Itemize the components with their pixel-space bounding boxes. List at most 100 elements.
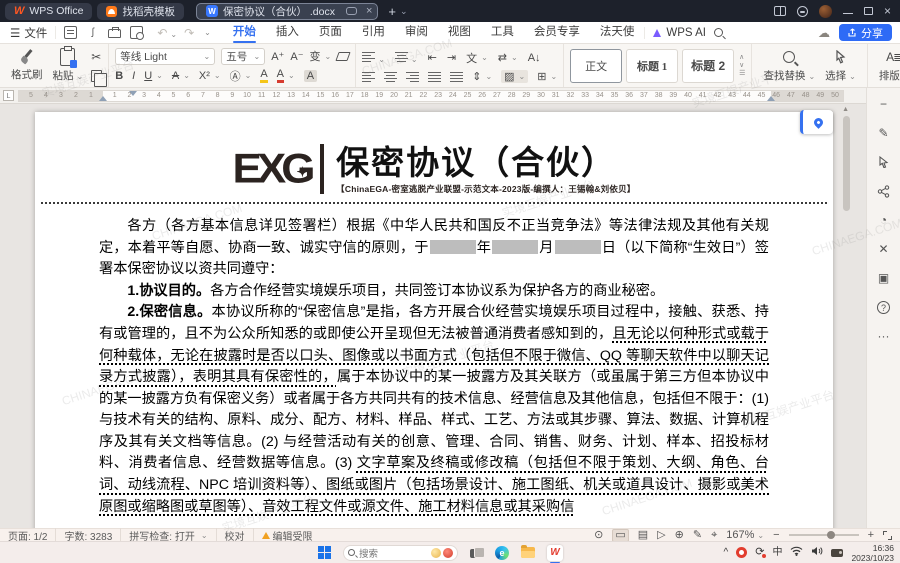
strikethrough-icon[interactable]: A⌄ [172,70,190,82]
align-right-icon[interactable] [406,71,419,82]
font-color-icon[interactable]: A⌄ [277,68,295,83]
menu-tab-reference[interactable]: 引用 [352,22,395,43]
menu-tab-review[interactable]: 审阅 [395,22,438,43]
tab-list-chevron-icon[interactable]: ⌄ [400,6,408,17]
vertical-scrollbar[interactable] [843,116,850,211]
avatar[interactable] [819,5,832,18]
reading-view-icon[interactable]: ⊙ [594,530,603,541]
print-icon[interactable] [108,29,121,38]
start-button[interactable] [318,546,331,559]
taskbar-search-input[interactable]: 搜索 [343,545,458,561]
tab-document[interactable]: W 保密协议（合伙） .docx × [196,3,378,20]
undo-icon[interactable]: ↶⌄ [157,26,177,40]
font-name-dropdown[interactable]: 等线 Light⌄ [115,48,215,65]
zoom-level[interactable]: 167%⌄ [726,530,764,541]
align-justify-icon[interactable] [428,71,441,82]
zoom-in-button[interactable]: + [868,530,874,541]
left-indent-marker[interactable] [99,96,107,101]
bullet-list-icon[interactable]: ⌄ [362,49,385,67]
file-menu[interactable]: ☰ 文件 [0,25,55,41]
align-center-icon[interactable] [384,71,397,82]
maximize-button[interactable] [864,7,873,15]
day-blank-field[interactable] [555,240,601,254]
italic-icon[interactable]: I [132,70,135,82]
char-shading-icon[interactable]: A [304,70,317,82]
sort-icon[interactable]: A↓ [528,52,541,64]
file-explorer-icon[interactable] [521,547,535,558]
outline-view-icon[interactable]: ▤ [638,530,648,541]
ime-indicator[interactable]: 中 [772,548,782,558]
tray-red-app-icon[interactable] [736,547,747,558]
shading-icon[interactable]: ▨⌄ [501,70,528,83]
ruler-strip[interactable]: 5432112345678910111213141516171819202122… [18,90,844,102]
fullscreen-icon[interactable] [883,531,892,540]
help-icon[interactable]: ? [876,299,892,315]
zoom-out-button[interactable]: − [773,530,779,541]
close-tab-icon[interactable]: × [366,5,372,17]
tab-stop-selector[interactable]: L [3,90,14,101]
circle-char-icon[interactable]: Ⓐ⌄ [230,68,252,84]
style-body-text[interactable]: 正文 [570,49,622,83]
share-button[interactable]: 分享 [839,24,892,41]
edge-browser-icon[interactable]: e [495,546,509,560]
highlight-color-icon[interactable]: A [260,68,267,83]
menu-tab-page[interactable]: 页面 [309,22,352,43]
share-nodes-icon[interactable] [876,183,892,199]
text-direction-icon[interactable]: ⇄⌄ [498,51,518,64]
cloud-sync-icon[interactable]: ☁ [818,26,830,40]
comment-icon[interactable] [346,7,357,15]
last-edit-position-button[interactable] [800,110,833,134]
wps-app-icon[interactable]: W [547,545,563,561]
tray-expand-icon[interactable]: ^ [724,548,729,558]
find-replace-button[interactable]: 查找替换⌄ [758,47,820,84]
numbered-list-icon[interactable]: ⌄ [395,49,418,67]
cursor-select-icon[interactable] [876,154,892,170]
paste-button[interactable]: 粘贴⌄ [48,47,89,84]
customize-toolbar-chevron-icon[interactable]: ⌄ [204,28,211,37]
line-spacing-icon[interactable]: ⇕⌄ [472,70,492,83]
borders-icon[interactable]: ⊞⌄ [537,70,557,83]
collapse-sidebar-icon[interactable]: − [876,96,892,112]
menu-tab-member[interactable]: 会员专享 [524,22,590,43]
tab-docer-templates[interactable]: 找稻壳模板 [97,3,184,20]
menu-tab-home[interactable]: 开始 [223,22,266,43]
document-page[interactable]: EXG✦ 保密协议（合伙） 【ChinaEGA-密室逃脱产业联盟-示范文本-20… [35,112,833,528]
sticker-icon[interactable]: ◔ [876,212,892,228]
zoom-slider[interactable] [789,534,859,536]
align-left-icon[interactable] [362,71,375,82]
camera-tray-icon[interactable] [831,549,843,557]
cn-layout-dropdown[interactable]: 文⌄ [466,50,488,66]
play-view-icon[interactable]: ▷ [657,530,665,541]
clock[interactable]: 16:36 2023/10/23 [851,543,894,563]
tray-sync-icon[interactable]: ⟳ [755,547,764,558]
page-view-icon[interactable]: ▭ [612,529,628,542]
select-button[interactable]: 选择⌄ [820,47,861,84]
decrease-indent-icon[interactable]: ⇤ [428,51,437,64]
month-blank-field[interactable] [492,240,538,254]
search-commands-icon[interactable] [714,28,723,37]
menu-tab-view[interactable]: 视图 [438,22,481,43]
decrease-font-icon[interactable]: A⁻ [290,50,303,63]
wifi-icon[interactable] [790,546,803,559]
menu-tab-tools[interactable]: 工具 [481,22,524,43]
components-icon[interactable]: ▣ [876,270,892,286]
pen-icon[interactable]: ✎ [876,125,892,141]
text-effect-dropdown[interactable]: 变⌄ [310,48,332,64]
menu-tab-insert[interactable]: 插入 [266,22,309,43]
web-view-icon[interactable]: ⊕ [675,530,684,541]
redo-icon[interactable]: ↷ [184,26,194,40]
wps-ai-button[interactable]: WPS AI [644,27,714,39]
export-pdf-icon[interactable]: ʃ [86,26,99,39]
focus-mode-icon[interactable]: ⌖ [711,530,717,541]
year-blank-field[interactable] [430,240,476,254]
copy-icon[interactable] [91,70,102,82]
tab-wps-office[interactable]: W WPS Office [5,3,92,20]
task-view-icon[interactable] [470,547,483,558]
align-distribute-icon[interactable] [450,71,463,82]
style-heading-1[interactable]: 标题 1 [626,49,678,83]
scroll-up-arrow-icon[interactable]: ▲ [842,106,849,113]
clear-format-icon[interactable] [336,52,351,61]
menu-tab-fatianshi[interactable]: 法天使 [590,22,645,43]
cut-icon[interactable]: ✂ [91,50,102,64]
print-preview-icon[interactable] [130,26,143,39]
